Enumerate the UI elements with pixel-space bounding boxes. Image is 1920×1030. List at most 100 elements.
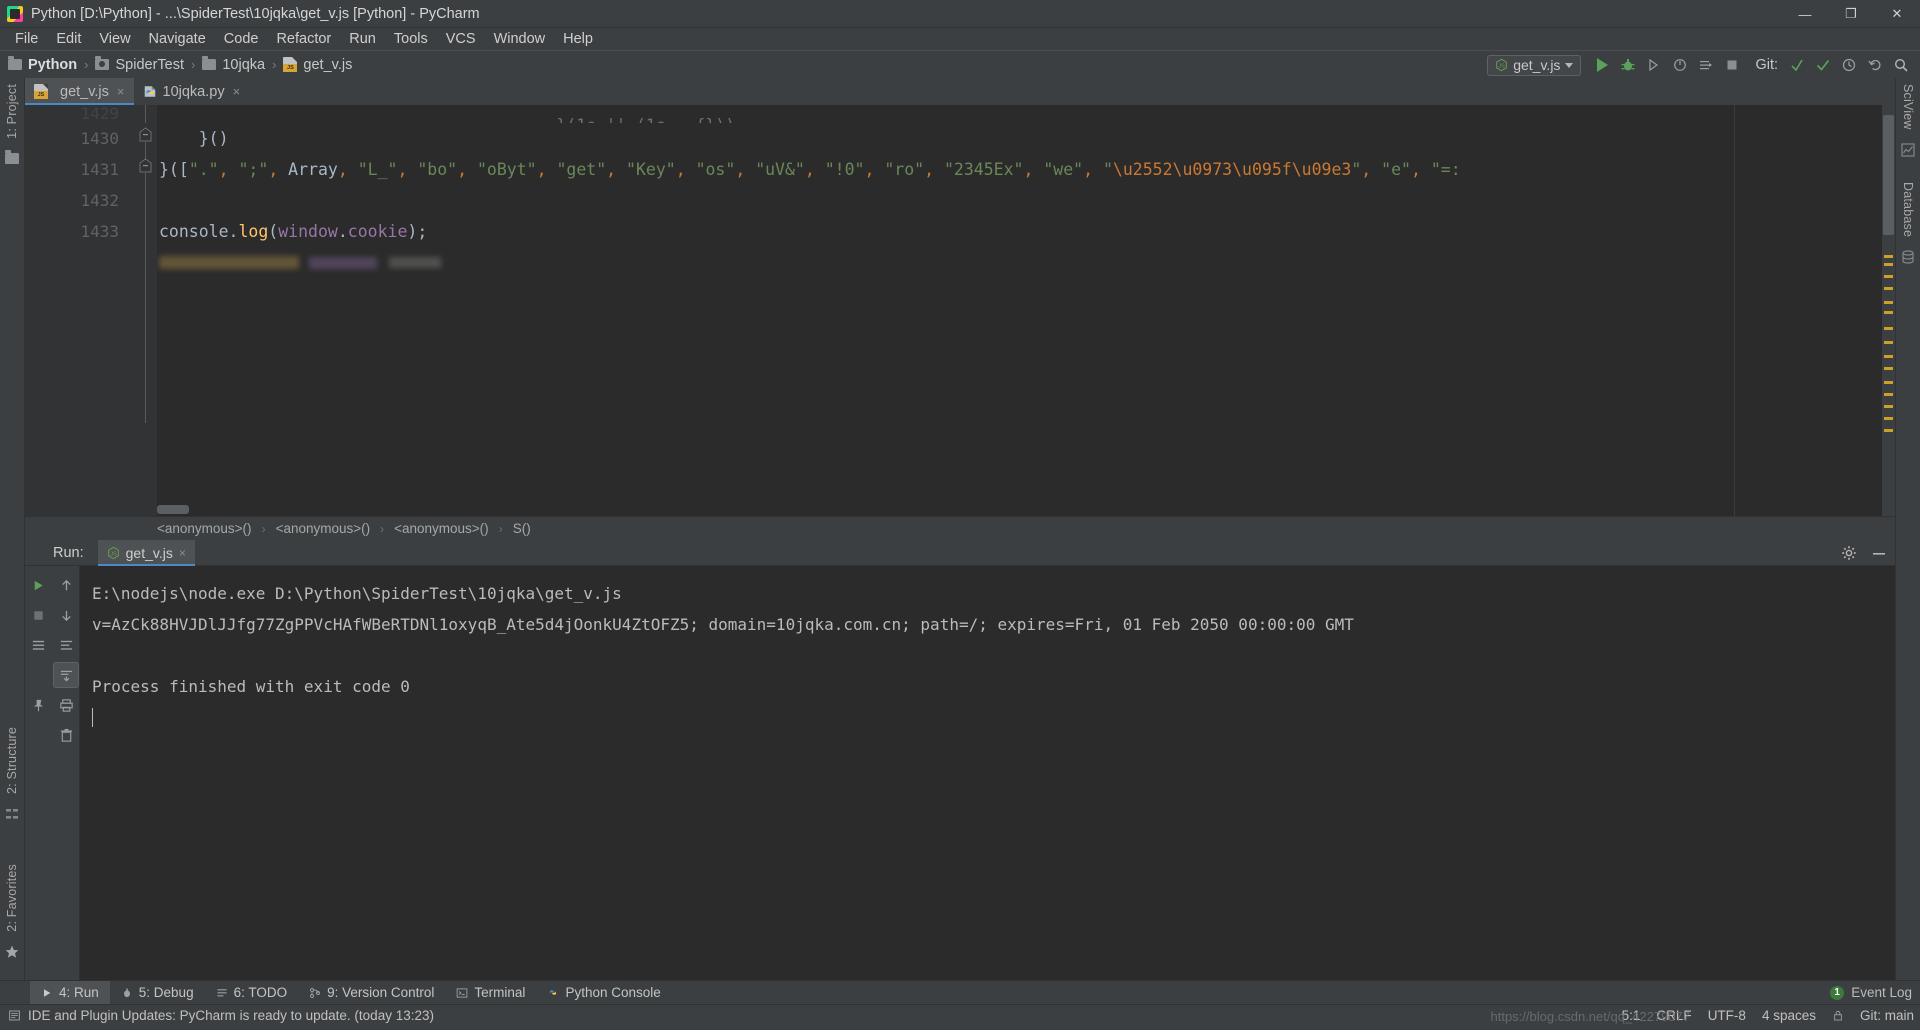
- menu-code[interactable]: Code: [215, 28, 268, 50]
- chevron-down-icon[interactable]: [1565, 62, 1574, 68]
- code-folding-column[interactable]: [135, 105, 157, 516]
- code-content[interactable]: }(1e || (1e = {})) }() }([".", ";", Arra…: [157, 105, 1895, 516]
- pin-tab-button[interactable]: [25, 692, 51, 718]
- code-crumb-anon-3[interactable]: <anonymous>(): [392, 521, 491, 536]
- event-log-area[interactable]: 1 Event Log: [1830, 985, 1912, 1000]
- close-icon[interactable]: ×: [117, 84, 125, 99]
- stop-button[interactable]: [25, 602, 51, 628]
- encoding-indicator[interactable]: UTF-8: [1708, 1008, 1746, 1023]
- run-coverage-icon: [1649, 58, 1659, 72]
- rerun-button[interactable]: [25, 572, 51, 598]
- soft-wrap-button[interactable]: [53, 632, 79, 658]
- breadcrumb-item-10jqka[interactable]: 10jqka: [202, 56, 265, 73]
- lock-icon[interactable]: [1832, 1009, 1844, 1022]
- print-button[interactable]: [53, 692, 79, 718]
- sidebar-item-favorites[interactable]: 2: Favorites: [5, 858, 19, 938]
- svg-text:JS: JS: [110, 551, 117, 557]
- bottom-tab-version-control[interactable]: 9: Version Control: [298, 981, 445, 1005]
- svg-text:JS: JS: [1498, 63, 1505, 69]
- gear-icon[interactable]: [1841, 545, 1857, 561]
- git-history-button[interactable]: [1836, 52, 1862, 78]
- bottom-tab-label: 4: Run: [59, 985, 99, 1000]
- run-tab-label: get_v.js: [125, 544, 173, 561]
- sidebar-item-structure[interactable]: 2: Structure: [5, 721, 19, 800]
- bottom-tab-run[interactable]: 4: Run: [30, 980, 110, 1005]
- status-right-group: 5:1 CRLF UTF-8 4 spaces Git: main: [1622, 1008, 1914, 1023]
- scroll-down-button[interactable]: [53, 602, 79, 628]
- clear-all-button[interactable]: [53, 722, 79, 748]
- sidebar-item-database[interactable]: Database: [1901, 176, 1915, 243]
- navigation-bar: Python › SpiderTest › 10jqka › get_v.js …: [0, 50, 1920, 78]
- window-controls: — ❐ ✕: [1782, 0, 1920, 28]
- debug-button[interactable]: [1615, 52, 1641, 78]
- run-button[interactable]: [1589, 52, 1615, 78]
- editor-horizontal-scrollbar[interactable]: [157, 505, 189, 514]
- update-project-icon: [1791, 59, 1803, 72]
- indent-indicator[interactable]: 4 spaces: [1762, 1008, 1816, 1023]
- bottom-tab-terminal[interactable]: Terminal: [445, 981, 536, 1005]
- search-icon: [1894, 58, 1908, 72]
- pin-icon: [33, 699, 43, 711]
- breadcrumb-item-python[interactable]: Python: [8, 56, 77, 73]
- undo-button[interactable]: [1862, 52, 1888, 78]
- minimize-icon[interactable]: [1871, 545, 1887, 561]
- run-tool-window: Run: JS get_v.js × E:\nodejs\node.exe D:…: [25, 539, 1895, 980]
- git-commit-button[interactable]: [1810, 52, 1836, 78]
- git-update-button[interactable]: [1784, 52, 1810, 78]
- git-branch-indicator[interactable]: Git: main: [1860, 1008, 1914, 1023]
- minimize-button[interactable]: —: [1782, 0, 1828, 28]
- menu-help[interactable]: Help: [554, 28, 602, 50]
- sidebar-item-project[interactable]: 1: Project: [5, 78, 19, 145]
- fold-marker-icon[interactable]: [138, 127, 153, 142]
- attach-process-button[interactable]: [1693, 52, 1719, 78]
- menu-refactor[interactable]: Refactor: [267, 28, 340, 50]
- fold-marker-icon[interactable]: [138, 158, 153, 173]
- scroll-to-end-button[interactable]: [53, 662, 79, 688]
- line-separator-indicator[interactable]: CRLF: [1656, 1008, 1691, 1023]
- bottom-tab-python-console[interactable]: Python Console: [536, 981, 671, 1005]
- editor-tab-10jqka-py[interactable]: 10jqka.py ×: [133, 78, 250, 105]
- attach-process-icon: [1700, 61, 1713, 70]
- menu-edit[interactable]: Edit: [47, 28, 90, 50]
- stop-button[interactable]: [1719, 52, 1745, 78]
- code-crumb-anon-2[interactable]: <anonymous>(): [274, 521, 373, 536]
- title-bar: Python [D:\Python] - ...\SpiderTest\10jq…: [0, 0, 1920, 28]
- editor-tab-get-v-js[interactable]: get_v.js ×: [25, 78, 134, 105]
- status-message[interactable]: IDE and Plugin Updates: PyCharm is ready…: [28, 1008, 434, 1023]
- run-console-output[interactable]: E:\nodejs\node.exe D:\Python\SpiderTest\…: [80, 566, 1895, 980]
- editor-error-stripe[interactable]: [1882, 105, 1895, 516]
- run-configuration-selector[interactable]: JS get_v.js: [1487, 54, 1582, 76]
- run-icon: [44, 988, 51, 997]
- close-icon[interactable]: ×: [233, 84, 241, 99]
- maximize-button[interactable]: ❐: [1828, 0, 1874, 28]
- bottom-tab-debug[interactable]: 5: Debug: [110, 981, 205, 1005]
- code-crumb-s[interactable]: S(): [511, 521, 533, 536]
- breadcrumb-item-get-v-js[interactable]: get_v.js: [283, 57, 352, 73]
- line-number-gutter: 1429 1430 1431 1432 1433: [25, 105, 135, 516]
- code-line-1430: }(): [159, 129, 229, 148]
- editor-vertical-scrollbar-thumb[interactable]: [1883, 115, 1894, 235]
- close-icon[interactable]: ×: [179, 546, 186, 560]
- bottom-tab-todo[interactable]: 6: TODO: [205, 981, 299, 1005]
- menu-vcs[interactable]: VCS: [437, 28, 485, 50]
- code-editor[interactable]: 1429 1430 1431 1432 1433}()}([".", ";"…: [25, 105, 1895, 516]
- menu-run[interactable]: Run: [340, 28, 385, 50]
- menu-tools[interactable]: Tools: [385, 28, 437, 50]
- run-with-coverage-button[interactable]: [1641, 52, 1667, 78]
- close-button[interactable]: ✕: [1874, 0, 1920, 28]
- run-tab-get-v-js[interactable]: JS get_v.js ×: [97, 539, 196, 566]
- trash-icon: [60, 728, 72, 742]
- caret-position[interactable]: 5:1: [1622, 1008, 1641, 1023]
- nodejs-icon: JS: [1496, 58, 1508, 72]
- menu-file[interactable]: File: [6, 28, 47, 50]
- profile-button[interactable]: [1667, 52, 1693, 78]
- menu-view[interactable]: View: [90, 28, 139, 50]
- sidebar-item-sciview[interactable]: SciView: [1901, 78, 1915, 136]
- code-crumb-anon-1[interactable]: <anonymous>(): [155, 521, 254, 536]
- breadcrumb-item-spidertest[interactable]: SpiderTest: [95, 56, 184, 73]
- scroll-up-button[interactable]: [53, 572, 79, 598]
- menu-navigate[interactable]: Navigate: [140, 28, 215, 50]
- expand-all-button[interactable]: [25, 632, 51, 658]
- menu-window[interactable]: Window: [485, 28, 555, 50]
- search-button[interactable]: [1888, 52, 1914, 78]
